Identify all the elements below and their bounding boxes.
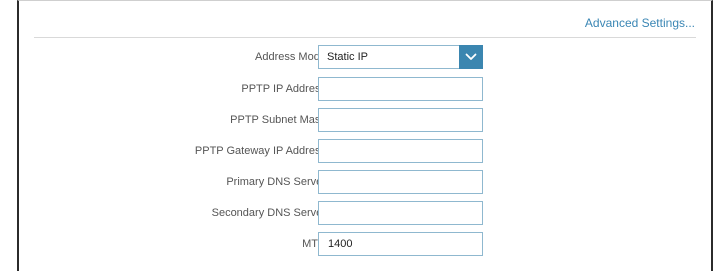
secondary-dns-input[interactable] xyxy=(318,201,483,225)
pptp-gateway-row: PPTP Gateway IP Address: xyxy=(19,139,711,163)
header-divider xyxy=(34,37,696,38)
mtu-input[interactable] xyxy=(318,232,483,256)
mtu-row: MTU: xyxy=(19,232,711,256)
address-mode-row: Address Mode: Static IP xyxy=(19,45,711,69)
pptp-gateway-input[interactable] xyxy=(318,139,483,163)
primary-dns-label: Primary DNS Server: xyxy=(226,176,329,188)
advanced-settings-link[interactable]: Advanced Settings... xyxy=(585,16,695,30)
primary-dns-input[interactable] xyxy=(318,170,483,194)
settings-panel: Advanced Settings... Address Mode: Stati… xyxy=(17,0,713,271)
pptp-subnet-label: PPTP Subnet Mask: xyxy=(230,114,329,126)
pptp-ip-label: PPTP IP Address: xyxy=(241,83,329,95)
pptp-ip-row: PPTP IP Address: xyxy=(19,77,711,101)
address-mode-value: Static IP xyxy=(327,51,368,63)
primary-dns-row: Primary DNS Server: xyxy=(19,170,711,194)
secondary-dns-label: Secondary DNS Server: xyxy=(211,207,329,219)
address-mode-dropdown-button[interactable] xyxy=(459,45,483,69)
address-mode-select[interactable]: Static IP xyxy=(318,45,483,69)
secondary-dns-row: Secondary DNS Server: xyxy=(19,201,711,225)
pptp-subnet-row: PPTP Subnet Mask: xyxy=(19,108,711,132)
pptp-subnet-input[interactable] xyxy=(318,108,483,132)
pptp-ip-input[interactable] xyxy=(318,77,483,101)
chevron-down-icon xyxy=(465,53,477,60)
pptp-gateway-label: PPTP Gateway IP Address: xyxy=(194,145,329,157)
